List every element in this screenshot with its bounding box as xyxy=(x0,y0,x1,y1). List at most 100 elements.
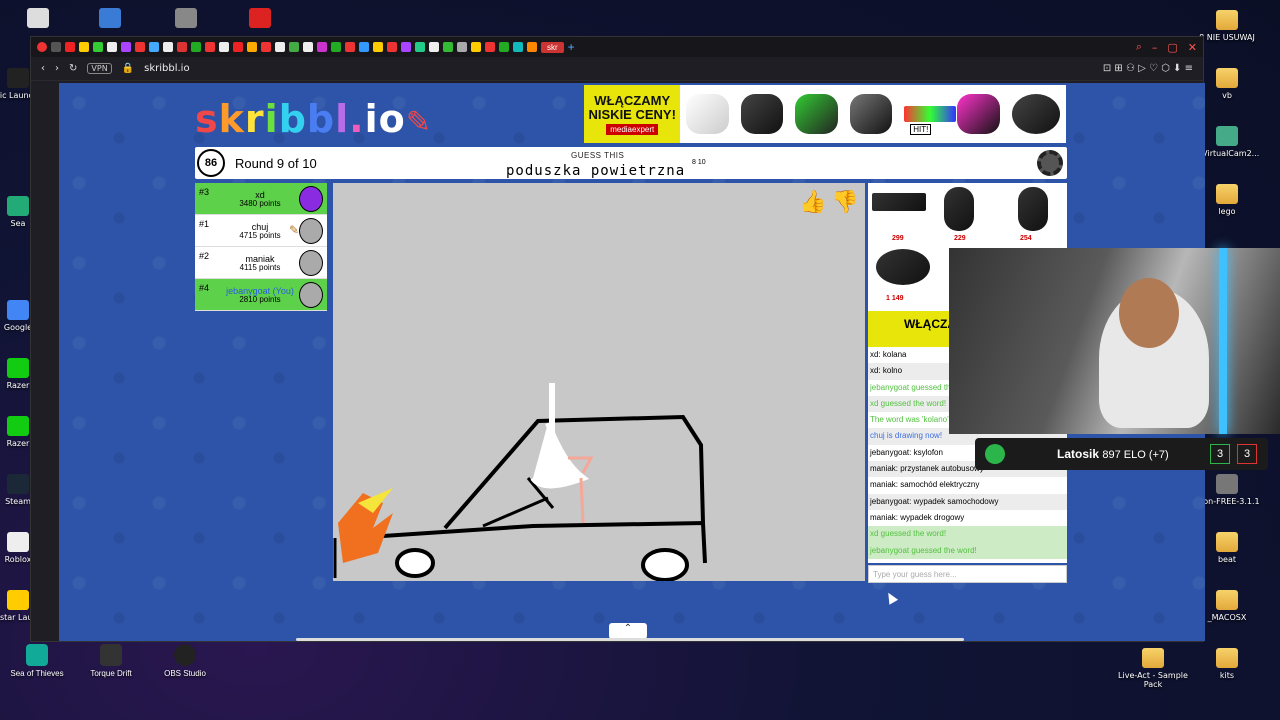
round-indicator: Round 9 of 10 xyxy=(235,156,317,171)
new-tab-button[interactable]: + xyxy=(568,40,575,54)
tab-icon[interactable] xyxy=(331,42,341,52)
tab-icon[interactable] xyxy=(401,42,411,52)
tab-icon[interactable] xyxy=(415,42,425,52)
player-row[interactable]: #1 chuj 4715 points ✎ xyxy=(195,215,327,247)
like-button[interactable]: 👍 xyxy=(799,189,826,215)
google-icon xyxy=(7,300,29,320)
rank-icon xyxy=(985,444,1005,464)
tab-icon[interactable] xyxy=(527,42,537,52)
scroll-up-button[interactable]: ⌃ xyxy=(609,623,647,639)
torque-drift-icon xyxy=(100,644,122,666)
tab-icon[interactable] xyxy=(359,42,369,52)
tab-icon[interactable] xyxy=(457,42,467,52)
chat-input[interactable]: Type your guess here... xyxy=(868,565,1067,583)
tab-strip: skr + ⌕ – ▢ ✕ xyxy=(31,37,1203,57)
pencil-icon: ✎ xyxy=(288,223,299,237)
drawing-canvas[interactable]: 👍 👎 xyxy=(333,183,865,582)
folder-icon xyxy=(1216,68,1238,88)
chat-message: jebanygoat: wypadek samochodowy xyxy=(868,493,1067,510)
tab-icon[interactable] xyxy=(233,42,243,52)
minimize-button[interactable]: – xyxy=(1152,41,1158,54)
folder-icon xyxy=(1216,10,1238,30)
avatar xyxy=(299,186,323,212)
tab-icon[interactable] xyxy=(177,42,187,52)
desktop-icon-folder-7[interactable]: kits xyxy=(1187,648,1267,680)
tab-icon[interactable] xyxy=(261,42,271,52)
horizontal-scrollbar[interactable] xyxy=(296,638,964,641)
tab-icon[interactable] xyxy=(485,42,495,52)
word-lengths: 8 10 xyxy=(692,159,706,166)
top-ad-banner[interactable]: WŁĄCZAMY NISKIE CENY! mediaexpert HIT! xyxy=(584,85,1066,143)
tab-icon[interactable] xyxy=(79,42,89,52)
tab-icon[interactable] xyxy=(429,42,439,52)
tab-icon[interactable] xyxy=(219,42,229,52)
opera-icon[interactable] xyxy=(37,42,47,52)
ad-product-keyboard xyxy=(872,193,926,211)
tab-icon[interactable] xyxy=(443,42,453,52)
tab-icon[interactable] xyxy=(51,42,61,52)
toolbar-icons[interactable]: ⊡ ⊞ ⚇ ▷ ♡ ⬡ ⬇ ≡ xyxy=(1103,63,1193,74)
desktop-icon-obs[interactable]: OBS Studio xyxy=(150,644,220,678)
back-icon[interactable]: ‹ xyxy=(41,63,45,74)
avatar xyxy=(299,250,323,276)
desktop-icon-folder-6[interactable]: Live-Act - Sample Pack xyxy=(1113,648,1193,689)
reload-icon[interactable]: ↻ xyxy=(69,63,77,74)
tab-icon[interactable] xyxy=(373,42,383,52)
desktop-top-icon-2[interactable] xyxy=(70,8,150,31)
ad-product-mouse xyxy=(1018,187,1048,231)
tab-icon[interactable] xyxy=(163,42,173,52)
tab-icon[interactable] xyxy=(303,42,313,52)
tab-icon[interactable] xyxy=(499,42,509,52)
tab-icon[interactable] xyxy=(289,42,299,52)
url-field[interactable]: skribbl.io xyxy=(144,63,189,74)
tab-icon[interactable] xyxy=(107,42,117,52)
folder-icon xyxy=(1142,648,1164,668)
vpn-badge[interactable]: VPN xyxy=(87,63,112,74)
game-header: 86 Round 9 of 10 GUESS THIS poduszka pow… xyxy=(195,147,1067,179)
tab-icon[interactable] xyxy=(149,42,159,52)
player-row-you[interactable]: #4 jebanygoat (You) 2810 points xyxy=(195,279,327,311)
maximize-button[interactable]: ▢ xyxy=(1167,41,1177,54)
desktop-top-icon-4[interactable] xyxy=(220,8,300,31)
tab-icon[interactable] xyxy=(121,42,131,52)
desktop-icon-sea-of-thieves[interactable]: Sea of Thieves xyxy=(2,644,72,678)
dislike-button[interactable]: 👎 xyxy=(831,189,858,215)
player-row[interactable]: #2 maniak 4115 points xyxy=(195,247,327,279)
ad-product-mouse xyxy=(944,187,974,231)
desktop-top-icon-1[interactable] xyxy=(0,8,78,31)
desktop-top-icon-3[interactable] xyxy=(146,8,226,31)
tab-icon[interactable] xyxy=(191,42,201,52)
tab-icon[interactable] xyxy=(513,42,523,52)
tab-icon[interactable] xyxy=(135,42,145,52)
tab-icon[interactable] xyxy=(345,42,355,52)
tab-active[interactable]: skr xyxy=(541,41,564,53)
desktop-icon-torque-drift[interactable]: Torque Drift xyxy=(76,644,146,678)
tab-icon[interactable] xyxy=(205,42,215,52)
settings-gear-icon[interactable] xyxy=(1037,150,1063,176)
ad-product-mouse xyxy=(849,94,893,134)
guess-label: GUESS THIS xyxy=(571,151,625,160)
tab-icon[interactable] xyxy=(275,42,285,52)
tab-icon[interactable] xyxy=(317,42,327,52)
razer-icon xyxy=(7,358,29,378)
app-icon xyxy=(99,8,121,28)
ad-text-block: WŁĄCZAMY NISKIE CENY! mediaexpert xyxy=(584,85,681,143)
forward-icon[interactable]: › xyxy=(55,63,59,74)
tab-icon[interactable] xyxy=(247,42,257,52)
avatar xyxy=(299,282,323,308)
close-button[interactable]: ✕ xyxy=(1188,41,1197,54)
roblox-icon xyxy=(7,532,29,552)
sea-of-thieves-icon xyxy=(26,644,48,666)
search-icon[interactable]: ⌕ xyxy=(1136,40,1142,54)
webcam-overlay xyxy=(949,248,1280,434)
player-row[interactable]: #3 xd 3480 points xyxy=(195,183,327,215)
tab-icon[interactable] xyxy=(65,42,75,52)
tab-icon[interactable] xyxy=(93,42,103,52)
wins-count: 3 xyxy=(1210,444,1230,464)
folder-icon xyxy=(1216,184,1238,204)
tab-icon[interactable] xyxy=(471,42,481,52)
app-icon xyxy=(175,8,197,28)
tab-icon[interactable] xyxy=(387,42,397,52)
obs-icon xyxy=(174,644,196,666)
ad-product-mouse xyxy=(686,94,729,134)
